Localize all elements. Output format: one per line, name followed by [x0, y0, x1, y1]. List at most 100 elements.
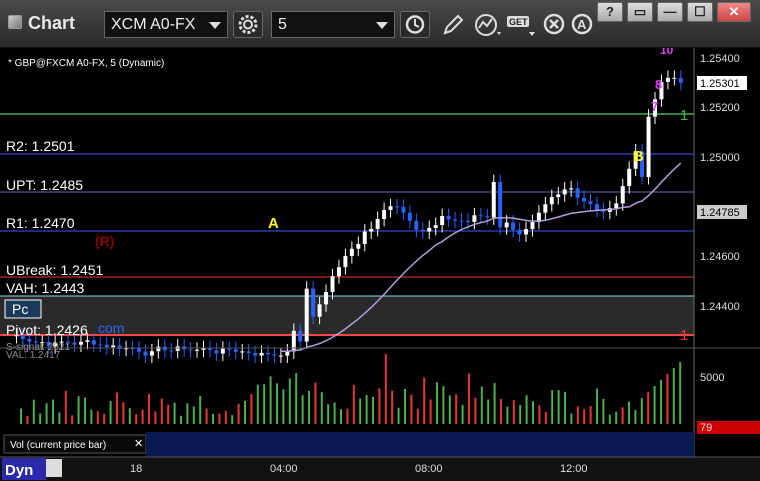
volume-bar	[103, 413, 106, 424]
volume-bar	[576, 406, 579, 424]
price-tick: 1.24600	[700, 251, 740, 263]
chart-app-icon	[8, 15, 22, 29]
volume-bar	[128, 408, 131, 424]
seq-top-marker: 10	[660, 48, 674, 57]
volume-bar	[391, 390, 394, 424]
volume-bar	[301, 395, 304, 424]
price-bar-body	[414, 220, 419, 230]
val-text: VAL: 1.2417	[6, 350, 61, 361]
time-button[interactable]	[400, 11, 430, 38]
volume-bar	[583, 409, 586, 424]
volume-bar	[180, 415, 182, 424]
price-bar-body	[678, 77, 683, 83]
volume-bar	[666, 374, 669, 424]
price-bar-body	[427, 227, 432, 232]
price-bar-body	[188, 349, 193, 351]
price-bar-body	[672, 77, 677, 79]
price-bar-body	[575, 188, 580, 198]
price-bar-body	[420, 229, 425, 232]
volume-bar	[327, 404, 330, 424]
volume-bar	[602, 398, 605, 424]
volume-footer-band	[146, 432, 694, 457]
volume-bar	[672, 368, 675, 424]
get-data-button[interactable]: GET	[506, 12, 535, 38]
chevron-down-icon	[209, 22, 221, 29]
price-bar-body	[465, 220, 470, 222]
volume-bar	[320, 392, 323, 424]
indicator-button[interactable]	[474, 12, 501, 38]
interval-dropdown[interactable]: 5	[271, 11, 395, 38]
price-bar-body	[78, 341, 83, 345]
price-bar-body	[278, 355, 283, 357]
price-tick: 1.25000	[700, 152, 740, 164]
b-marker: B	[633, 148, 644, 165]
volume-bar	[628, 401, 630, 424]
volume-bar	[148, 393, 150, 424]
price-bar-body	[175, 346, 180, 351]
volume-bar	[237, 403, 240, 424]
price-bar-body	[401, 206, 406, 213]
price-bar-body	[369, 229, 374, 232]
volume-bar	[64, 390, 67, 424]
volume-bar	[461, 404, 464, 424]
volume-bar	[397, 407, 400, 424]
volume-bar	[679, 362, 682, 424]
volume-bar	[90, 409, 93, 424]
help-button[interactable]: ?	[597, 2, 623, 22]
price-bar-body	[233, 349, 238, 352]
price-bar-body	[362, 231, 367, 244]
seq-7-marker: 7	[651, 99, 658, 114]
volume-bar	[596, 388, 598, 424]
volume-bar	[551, 390, 554, 424]
close-chart-button[interactable]	[542, 12, 568, 38]
volume-bar	[410, 394, 413, 424]
volume-bar	[608, 414, 611, 424]
minimize-button[interactable]: —	[657, 2, 683, 22]
price-bar-body	[111, 345, 116, 348]
svg-text:A: A	[577, 17, 587, 32]
symbol-value: XCM A0-FX	[111, 16, 196, 33]
symbol-dropdown[interactable]: XCM A0-FX	[104, 11, 228, 38]
volume-bar	[224, 410, 227, 424]
price-bar-body	[98, 344, 103, 346]
close-button[interactable]: ✕	[717, 2, 751, 22]
restore-button[interactable]: ▭	[627, 2, 653, 22]
price-bar-body	[317, 304, 322, 317]
price-bar-body	[304, 288, 309, 342]
volume-bar	[653, 386, 656, 424]
close-icon[interactable]: ✕	[134, 438, 143, 450]
interval-value: 5	[278, 16, 287, 33]
level-label-pivot: Pivot: 1.2426	[6, 322, 88, 338]
volume-bar	[173, 402, 176, 424]
price-bar-body	[407, 212, 412, 221]
price-bar-body	[543, 204, 548, 213]
alert-button[interactable]: A	[570, 12, 596, 38]
price-chart[interactable]: * GBP@FXCM A0-FX, 5 (Dynamic) 1.25400 1.…	[0, 48, 760, 481]
volume-bar	[96, 411, 99, 424]
indicator-icon	[475, 14, 501, 36]
volume-bar	[538, 405, 541, 424]
time-label: 08:00	[415, 463, 443, 475]
settings-button[interactable]	[233, 11, 263, 38]
price-bar-body	[453, 219, 458, 221]
volume-bar	[557, 390, 560, 424]
draw-pencil-button[interactable]	[440, 12, 466, 38]
price-bar-body	[246, 351, 251, 354]
maximize-button[interactable]: ☐	[687, 2, 713, 22]
com-tag-text: com	[98, 320, 124, 336]
lock-icon[interactable]	[46, 459, 62, 477]
volume-bar	[167, 404, 170, 424]
svg-text:GET: GET	[509, 17, 528, 27]
volume-bar	[116, 392, 118, 424]
level-label-vah: VAH: 1.2443	[6, 280, 85, 296]
price-bar-body	[472, 215, 477, 222]
price-bar-body	[298, 330, 303, 342]
time-axis	[0, 457, 760, 481]
volume-bar	[493, 383, 496, 424]
secondary-price: 1.24785	[700, 207, 740, 219]
price-bar-body	[311, 288, 316, 317]
price-bar-body	[395, 206, 399, 208]
price-bar-body	[336, 267, 341, 277]
price-bar-body	[498, 182, 503, 228]
volume-bar	[468, 373, 470, 424]
